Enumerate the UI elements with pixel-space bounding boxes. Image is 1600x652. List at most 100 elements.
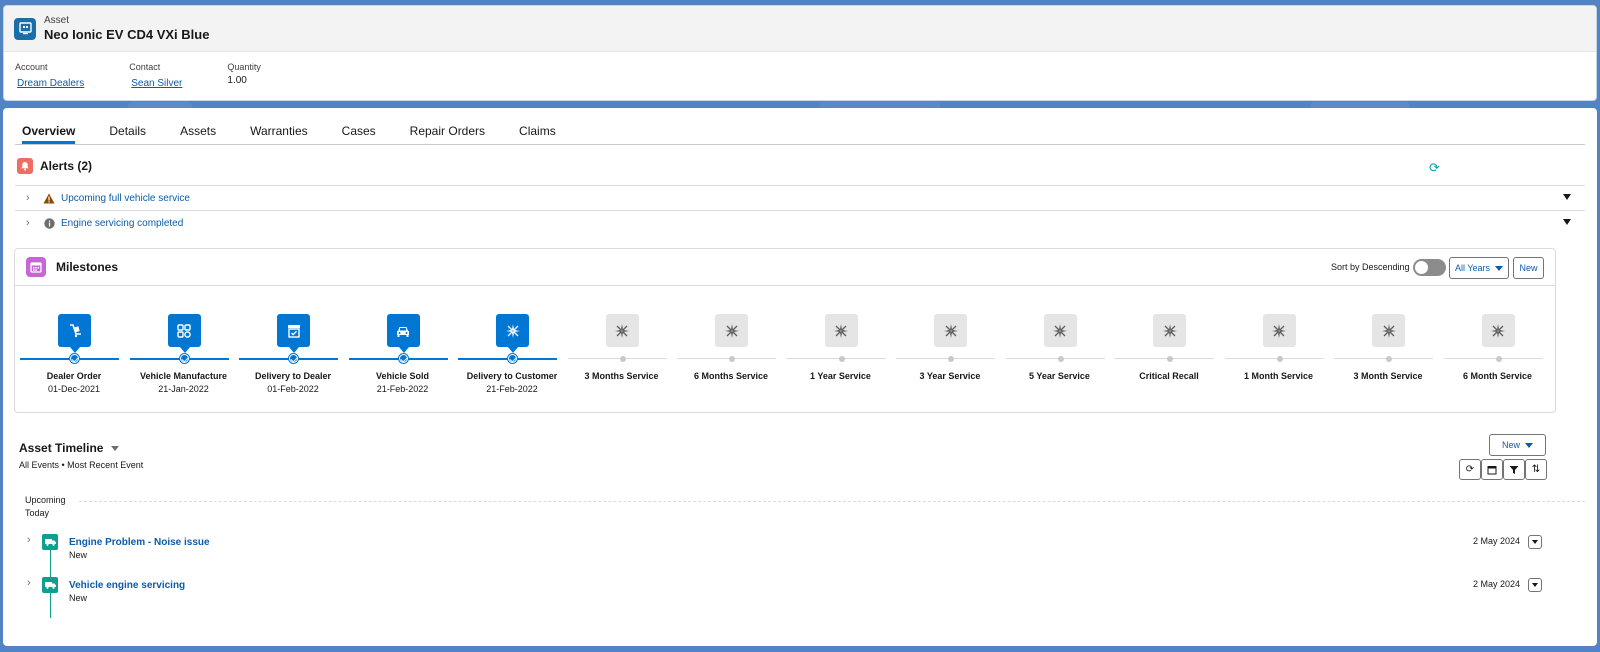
- milestone-name: 1 Month Service: [1243, 371, 1314, 381]
- timeline-item: › Engine Problem - Noise issue New 2 May…: [25, 534, 1585, 574]
- chevron-right-icon[interactable]: ›: [27, 577, 31, 589]
- today-label: Today: [25, 508, 50, 518]
- milestone-connector: [1334, 358, 1433, 359]
- timeline-title-text: Asset Timeline: [19, 441, 104, 455]
- chevron-down-icon[interactable]: [111, 445, 120, 451]
- milestone-name: 6 Month Service: [1462, 371, 1533, 381]
- account-field: Account Dream Dealers: [15, 62, 84, 89]
- calendar-icon: [26, 257, 46, 277]
- milestone-dot: [1167, 356, 1173, 362]
- year-filter-dropdown[interactable]: All Years: [1449, 257, 1509, 279]
- sparkle-icon: [715, 314, 748, 347]
- truck-icon: [42, 577, 58, 593]
- alert-item[interactable]: › Upcoming full vehicle service: [15, 185, 1585, 210]
- milestone-name: Critical Recall: [1139, 371, 1199, 381]
- check-icon: [508, 354, 517, 363]
- item-menu-button[interactable]: [1528, 578, 1542, 592]
- milestone-name: 3 Month Service: [1353, 371, 1423, 381]
- check-icon: [398, 354, 408, 363]
- refresh-icon[interactable]: ⟳: [1429, 160, 1440, 176]
- chevron-down-icon[interactable]: [1563, 194, 1571, 200]
- account-link[interactable]: Dream Dealers: [15, 78, 84, 89]
- milestone-dot: [1386, 356, 1392, 362]
- alerts-title: Alerts (2): [40, 159, 93, 173]
- chevron-right-icon[interactable]: ›: [26, 217, 38, 229]
- asset-icon: [14, 17, 36, 40]
- warning-icon: [43, 192, 55, 204]
- milestones-card: Milestones Sort by Descending All Years …: [14, 248, 1556, 413]
- milestone-name: Vehicle Sold: [375, 371, 430, 381]
- alert-item[interactable]: › Engine servicing completed: [15, 210, 1585, 235]
- sparkle-icon: [1043, 314, 1077, 347]
- tab-assets[interactable]: Assets: [180, 120, 216, 144]
- info-icon: [43, 217, 55, 229]
- record-title: Neo Ionic EV CD4 VXi Blue: [44, 27, 210, 42]
- timeline-item-title[interactable]: Engine Problem - Noise issue: [69, 537, 210, 548]
- record-tabs: Overview Details Assets Warranties Cases…: [15, 120, 1585, 145]
- refresh-icon[interactable]: ⟳: [1459, 459, 1481, 480]
- tab-claims[interactable]: Claims: [519, 120, 556, 144]
- car-icon: [386, 314, 420, 353]
- sort-descending-toggle[interactable]: [1413, 259, 1446, 276]
- alert-label[interactable]: Upcoming full vehicle service: [61, 193, 190, 204]
- item-menu-button[interactable]: [1528, 535, 1542, 549]
- milestone-dot: [838, 356, 845, 362]
- milestone-dot: [1276, 356, 1283, 362]
- tab-repair-orders[interactable]: Repair Orders: [410, 120, 485, 144]
- account-label: Account: [15, 62, 48, 72]
- check-icon: [289, 354, 298, 363]
- timeline-item-title[interactable]: Vehicle engine servicing: [69, 580, 185, 591]
- milestone-name: 1 Year Service: [810, 371, 871, 381]
- asset-timeline-title[interactable]: Asset Timeline: [19, 441, 120, 455]
- sparkle-icon: [1153, 314, 1186, 347]
- new-milestone-button[interactable]: New: [1513, 257, 1544, 279]
- tab-overview[interactable]: Overview: [22, 120, 76, 144]
- sparkle-icon: [824, 314, 858, 347]
- year-filter-label: All Years: [1454, 263, 1491, 273]
- timeline-item-status: New: [69, 550, 88, 560]
- check-icon: [70, 354, 79, 363]
- milestone-name: 3 Months Service: [584, 371, 659, 381]
- sort-icon[interactable]: ⇅: [1525, 459, 1547, 480]
- alert-label[interactable]: Engine servicing completed: [61, 218, 183, 229]
- timeline-item-status: New: [69, 593, 88, 603]
- milestone-connector: [896, 358, 995, 359]
- milestone-name: 5 Year Service: [1029, 371, 1090, 381]
- milestone-date: 01-Feb-2022: [267, 384, 319, 394]
- sparkle-icon: [1372, 314, 1405, 347]
- milestone-connector: [1005, 358, 1105, 359]
- milestone-date: 01-Dec-2021: [47, 384, 101, 394]
- timeline-item-date: 2 May 2024: [1473, 536, 1521, 546]
- contact-link[interactable]: Sean Silver: [129, 78, 182, 89]
- sort-label: Sort by Descending: [1331, 262, 1410, 272]
- package-icon: [277, 314, 310, 353]
- new-event-button[interactable]: New: [1489, 434, 1546, 456]
- contact-label: Contact: [129, 62, 161, 72]
- calendar-icon[interactable]: [1481, 459, 1503, 480]
- sparkle-icon: [605, 314, 639, 347]
- milestone-connector: [786, 358, 886, 359]
- check-icon: [179, 354, 189, 363]
- milestone-connector: [1224, 358, 1324, 359]
- chevron-down-icon[interactable]: [1563, 219, 1571, 225]
- record-header: Asset Neo Ionic EV CD4 VXi Blue Account …: [3, 5, 1597, 101]
- chevron-right-icon[interactable]: ›: [27, 534, 31, 546]
- filter-icon[interactable]: [1503, 459, 1525, 480]
- milestone-name: Dealer Order: [46, 371, 102, 381]
- chevron-right-icon[interactable]: ›: [26, 192, 38, 204]
- milestones-title: Milestones: [56, 260, 119, 274]
- header-top: Asset Neo Ionic EV CD4 VXi Blue: [4, 6, 1596, 52]
- milestone-connector: [677, 358, 776, 359]
- milestone-name: Delivery to Dealer: [254, 371, 332, 381]
- tab-warranties[interactable]: Warranties: [250, 120, 308, 144]
- milestone-date: 21-Feb-2022: [486, 384, 538, 394]
- milestone-date: 21-Feb-2022: [376, 384, 429, 394]
- milestone-dot: [729, 356, 735, 362]
- apps-icon: [167, 314, 201, 353]
- tab-cases[interactable]: Cases: [342, 120, 376, 144]
- chevron-down-icon: [1525, 442, 1533, 448]
- tab-details[interactable]: Details: [109, 120, 146, 144]
- sparkle-icon: [1262, 314, 1296, 347]
- truck-icon: [42, 534, 58, 550]
- milestone-date: 21-Jan-2022: [158, 384, 209, 394]
